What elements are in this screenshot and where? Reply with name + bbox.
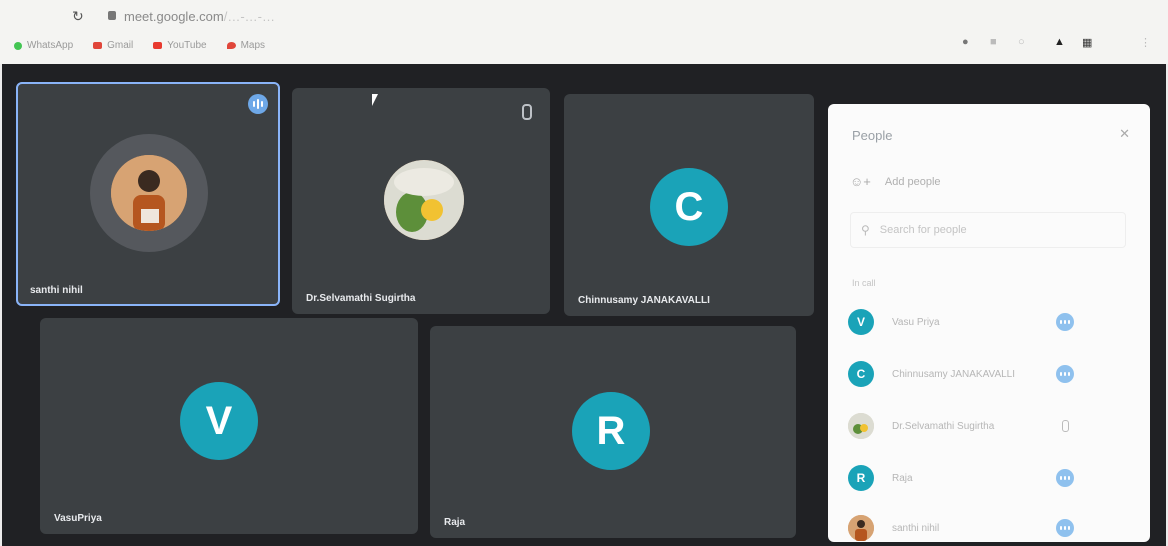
avatar: C [848, 361, 874, 387]
participant-name: santhi nihil [30, 285, 83, 296]
bookmark-label: YouTube [167, 40, 207, 51]
mic-off-icon [1062, 420, 1069, 432]
extension-icon[interactable]: ○ [1018, 36, 1025, 48]
participant-tile-selvamathi[interactable]: Dr.Selvamathi Sugirtha [292, 88, 550, 314]
maps-icon [226, 42, 236, 49]
mic-off-icon [522, 104, 532, 120]
panel-title: People [852, 128, 893, 143]
avatar: V [180, 382, 258, 460]
avatar: R [848, 465, 874, 491]
participant-name: Dr.Selvamathi Sugirtha [306, 293, 416, 304]
search-people-input[interactable]: ⚲ Search for people [850, 212, 1126, 248]
speaking-indicator-icon [248, 94, 268, 114]
url-host: meet.google.com [124, 9, 224, 24]
extension-icon[interactable]: ■ [990, 36, 997, 48]
participant-list-name: santhi nihil [892, 522, 940, 534]
participant-list-item[interactable]: Dr.Selvamathi Sugirtha [848, 410, 1138, 442]
bookmark-label: WhatsApp [27, 40, 74, 51]
audio-indicator-icon [1056, 313, 1074, 331]
close-icon[interactable]: ✕ [1119, 126, 1130, 142]
participant-list-name: Dr.Selvamathi Sugirtha [892, 420, 995, 432]
url-path: /…-…-… [223, 9, 276, 24]
bookmark-label: Maps [240, 40, 266, 51]
participant-name: VasuPriya [54, 513, 102, 524]
section-label: In call [852, 278, 876, 288]
extension-icon[interactable]: ▦ [1082, 36, 1092, 49]
avatar [111, 155, 187, 231]
people-panel: People ✕ ☺+ Add people ⚲ Search for peop… [828, 104, 1150, 542]
avatar: C [650, 168, 728, 246]
audio-indicator-icon [1056, 519, 1074, 537]
participant-list-item[interactable]: santhi nihil [848, 512, 1138, 544]
browser-toolbar: ↻ meet.google.com/…-…-… WhatsApp Gmail Y… [0, 0, 1168, 64]
audio-indicator-icon [1056, 365, 1074, 383]
add-people-label: Add people [884, 175, 941, 188]
avatar: R [572, 392, 650, 470]
search-icon: ⚲ [861, 223, 870, 237]
avatar [848, 515, 874, 541]
meeting-stage: santhi nihil Dr.Selvamathi Sugirtha C Ch… [2, 64, 1166, 546]
bookmark-youtube[interactable]: YouTube [153, 40, 207, 51]
add-person-icon: ☺+ [850, 174, 871, 189]
participant-tile-vasupriya[interactable]: V VasuPriya [40, 318, 418, 534]
participant-name: Raja [444, 517, 466, 528]
audio-indicator-icon [1056, 469, 1074, 487]
gmail-icon [93, 42, 103, 49]
bookmark-gmail[interactable]: Gmail [93, 40, 133, 51]
address-bar[interactable]: meet.google.com/…-…-… [124, 9, 275, 24]
participant-list-name: Chinnusamy JANAKAVALLI [892, 368, 1016, 380]
participant-tile-raja[interactable]: R Raja [430, 326, 796, 538]
search-placeholder: Search for people [879, 224, 967, 236]
participant-tile-santhi-nihil[interactable]: santhi nihil [16, 82, 280, 306]
menu-icon[interactable]: ⋮ [1140, 36, 1151, 49]
avatar [384, 160, 464, 240]
extension-icon[interactable]: ● [962, 36, 969, 48]
bookmark-whatsapp[interactable]: WhatsApp [14, 40, 73, 51]
bookmark-label: Gmail [107, 40, 134, 51]
extension-icon[interactable]: ▲ [1054, 36, 1065, 48]
participant-list-item[interactable]: R Raja [848, 462, 1138, 494]
participant-list-name: Raja [892, 472, 913, 484]
participant-list-item[interactable]: C Chinnusamy JANAKAVALLI [848, 358, 1138, 390]
participant-name: Chinnusamy JANAKAVALLI [578, 295, 710, 306]
add-people-button[interactable]: ☺+ Add people [850, 174, 941, 189]
youtube-icon [153, 42, 163, 49]
participant-tile-chinnusamy[interactable]: C Chinnusamy JANAKAVALLI [564, 94, 814, 316]
avatar: V [848, 309, 874, 335]
mouse-cursor-icon [372, 94, 378, 106]
avatar [848, 413, 874, 439]
participant-list-name: Vasu Priya [892, 316, 940, 328]
reload-icon[interactable]: ↻ [72, 8, 84, 25]
participant-list-item[interactable]: V Vasu Priya [848, 306, 1138, 338]
lock-icon [108, 11, 116, 20]
bookmarks-bar: WhatsApp Gmail YouTube Maps [14, 40, 265, 51]
bookmark-maps[interactable]: Maps [226, 40, 266, 51]
whatsapp-icon [14, 41, 22, 50]
